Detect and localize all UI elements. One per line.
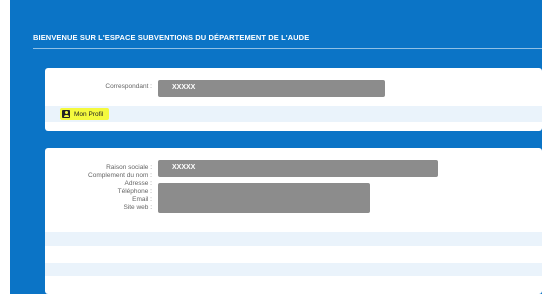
raison-sociale-value: XXXXX xyxy=(172,164,196,171)
raison-sociale-label: Raison sociale : xyxy=(106,164,152,171)
mon-profil-button[interactable]: Mon Profil xyxy=(60,108,109,120)
contact-details-field xyxy=(158,183,370,213)
correspondant-label: Correspondant : xyxy=(105,83,152,90)
email-label: Email : xyxy=(132,196,152,203)
adresse-label: Adresse : xyxy=(124,180,152,187)
organisation-band-2 xyxy=(45,263,542,276)
correspondant-value: XXXXX xyxy=(172,84,196,91)
telephone-label: Téléphone : xyxy=(117,188,152,195)
complement-label: Complement du nom : xyxy=(88,172,152,179)
site-web-label: Site web : xyxy=(123,204,152,211)
page-title: BIENVENUE SUR L'ESPACE SUBVENTIONS DU DÉ… xyxy=(33,33,310,42)
mon-profil-label: Mon Profil xyxy=(74,110,104,118)
user-card-icon xyxy=(62,110,70,118)
header-divider xyxy=(33,48,542,49)
organisation-band-1 xyxy=(45,232,542,246)
raison-sociale-field xyxy=(158,160,438,177)
left-edge-strip xyxy=(0,0,10,294)
correspondant-band xyxy=(45,106,542,122)
